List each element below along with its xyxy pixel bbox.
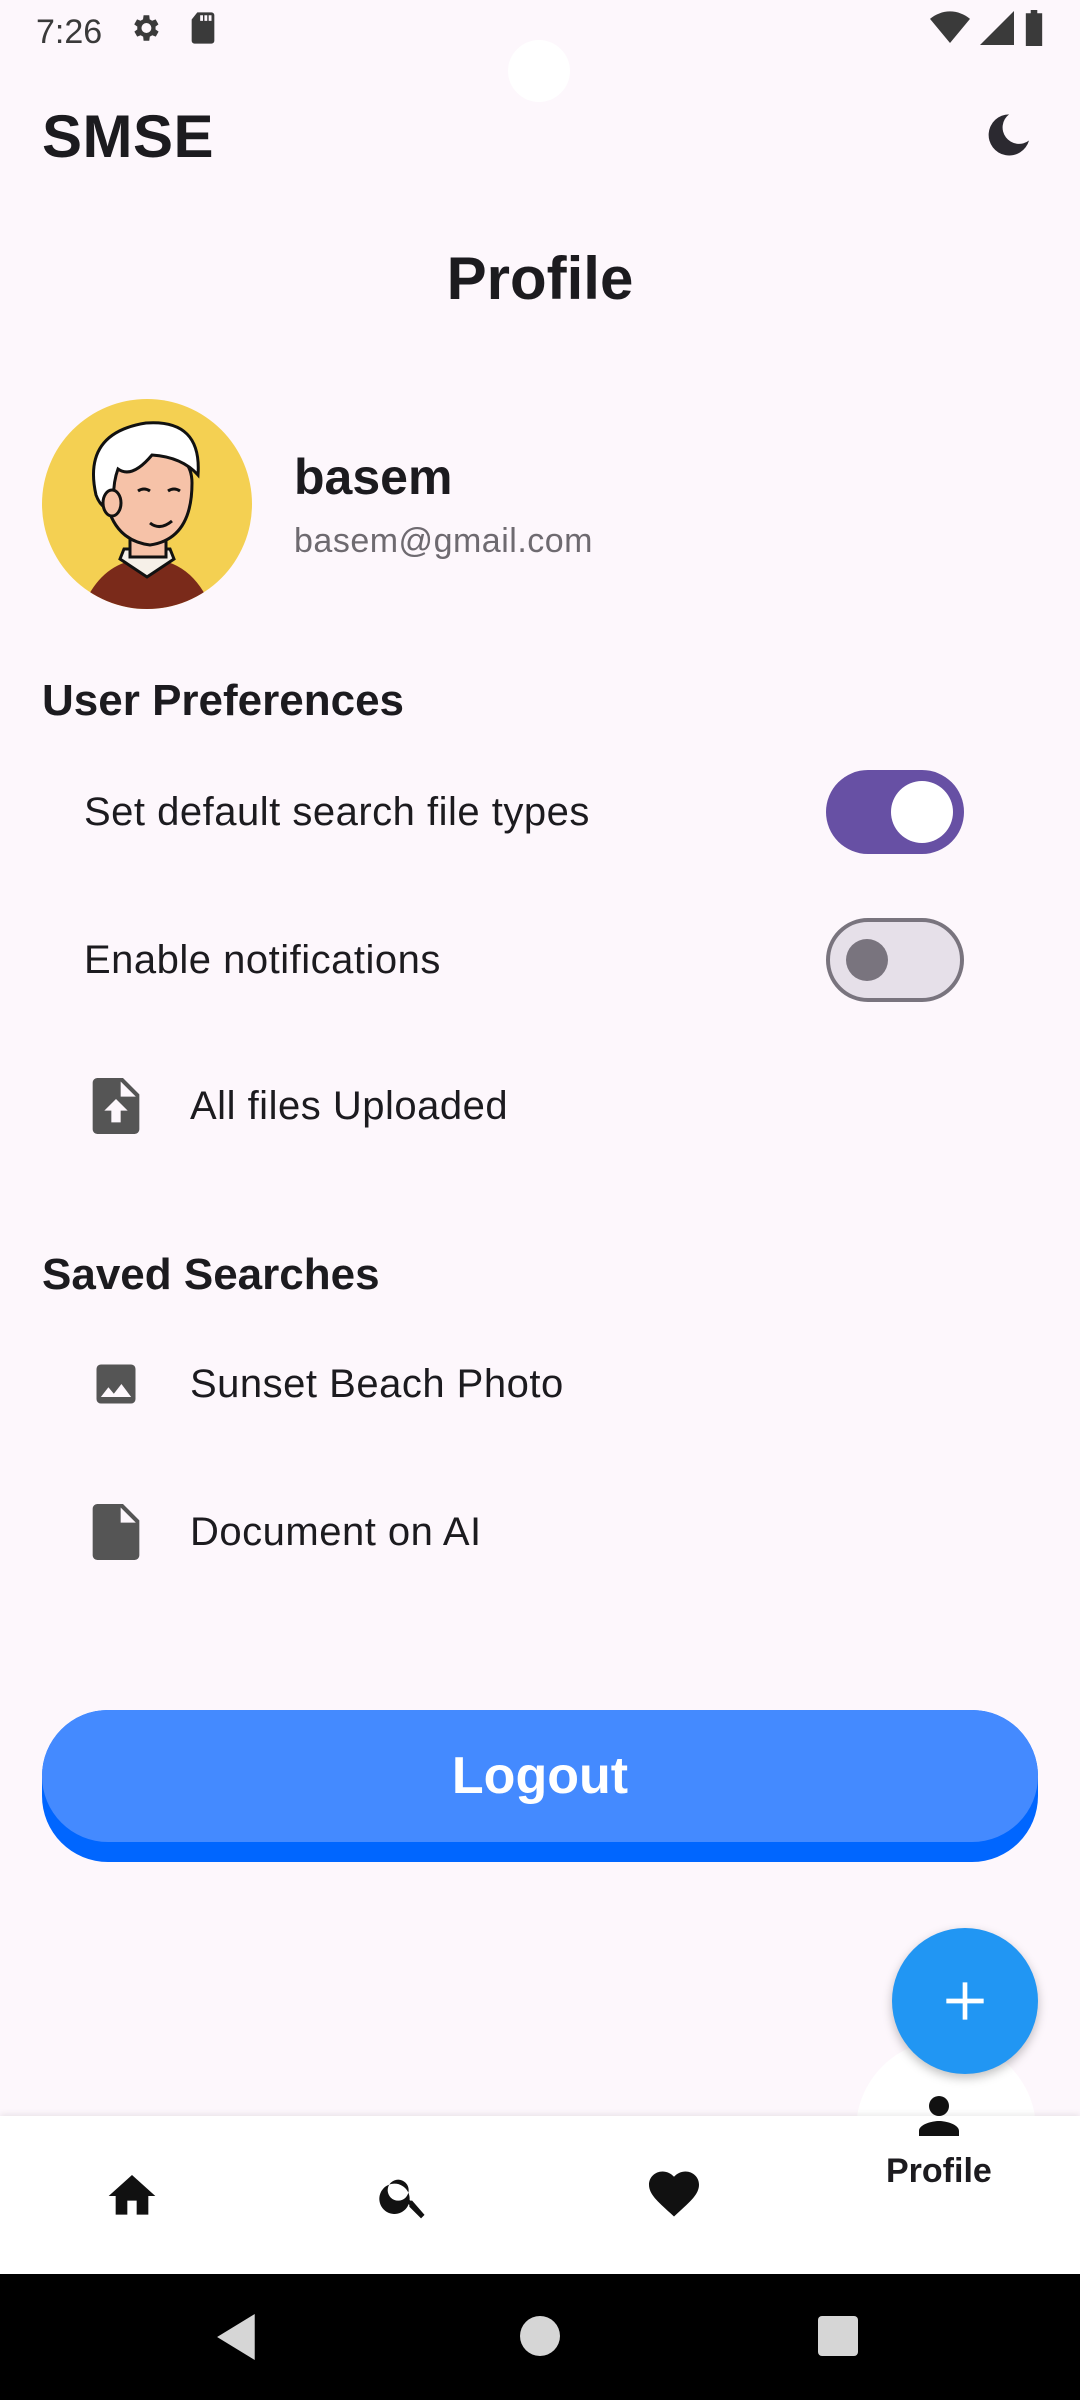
saved-search-label: Sunset Beach Photo [190,1361,564,1406]
status-time: 7:26 [36,12,103,51]
battery-icon [1024,9,1044,55]
all-files-uploaded-label: All files Uploaded [190,1083,509,1128]
logout-button[interactable]: Logout [42,1710,1038,1862]
pref-label: Enable notifications [84,937,441,982]
all-files-uploaded-item[interactable]: All files Uploaded [84,1058,984,1154]
page-title: Profile [446,245,634,312]
default-file-types-switch[interactable] [826,770,964,854]
nav-search[interactable] [376,2168,432,2224]
camera-cutout [508,40,570,102]
notifications-switch[interactable] [826,918,964,1002]
nav-home[interactable] [104,2168,160,2224]
saved-searches-heading: Saved Searches [42,1250,380,1299]
add-fab[interactable] [892,1928,1038,2074]
system-nav-bar [0,2274,1080,2400]
document-icon [84,1500,148,1564]
pref-notifications: Enable notifications [84,912,964,1008]
user-email: basem@gmail.com [294,521,593,560]
sd-card-icon [188,11,218,54]
logout-label: Logout [42,1710,1038,1842]
app-bar: SMSE [0,96,1080,176]
profile-header: basem basem@gmail.com [42,398,593,610]
heart-icon [649,2171,699,2217]
saved-search-label: Document on AI [190,1509,482,1554]
user-preferences-heading: User Preferences [42,676,405,725]
wifi-icon [930,10,970,54]
search-icon [379,2179,425,2219]
settings-icon [128,11,162,54]
pref-default-file-types: Set default search file types [84,764,964,860]
app-title: SMSE [42,102,215,170]
user-name: basem [294,448,453,505]
home-icon [108,2175,156,2215]
plus-icon [946,1982,984,2020]
file-upload-icon [84,1074,148,1138]
switch-knob [846,939,888,981]
saved-search-item[interactable]: Document on AI [84,1484,984,1580]
home-circle-icon[interactable] [520,2316,560,2356]
switch-knob [891,781,953,843]
avatar [42,399,252,609]
image-icon [84,1352,148,1416]
back-icon[interactable] [216,2314,260,2360]
recents-icon[interactable] [818,2316,858,2356]
person-icon [918,2096,959,2136]
cell-signal-icon [980,10,1014,54]
moon-icon [988,114,1030,156]
nav-favorites[interactable] [644,2164,704,2224]
dark-mode-toggle[interactable] [978,106,1038,166]
nav-profile-label: Profile [886,2152,992,2190]
nav-profile[interactable]: Profile [886,2086,992,2191]
saved-search-item[interactable]: Sunset Beach Photo [84,1336,984,1432]
pref-label: Set default search file types [84,789,590,834]
